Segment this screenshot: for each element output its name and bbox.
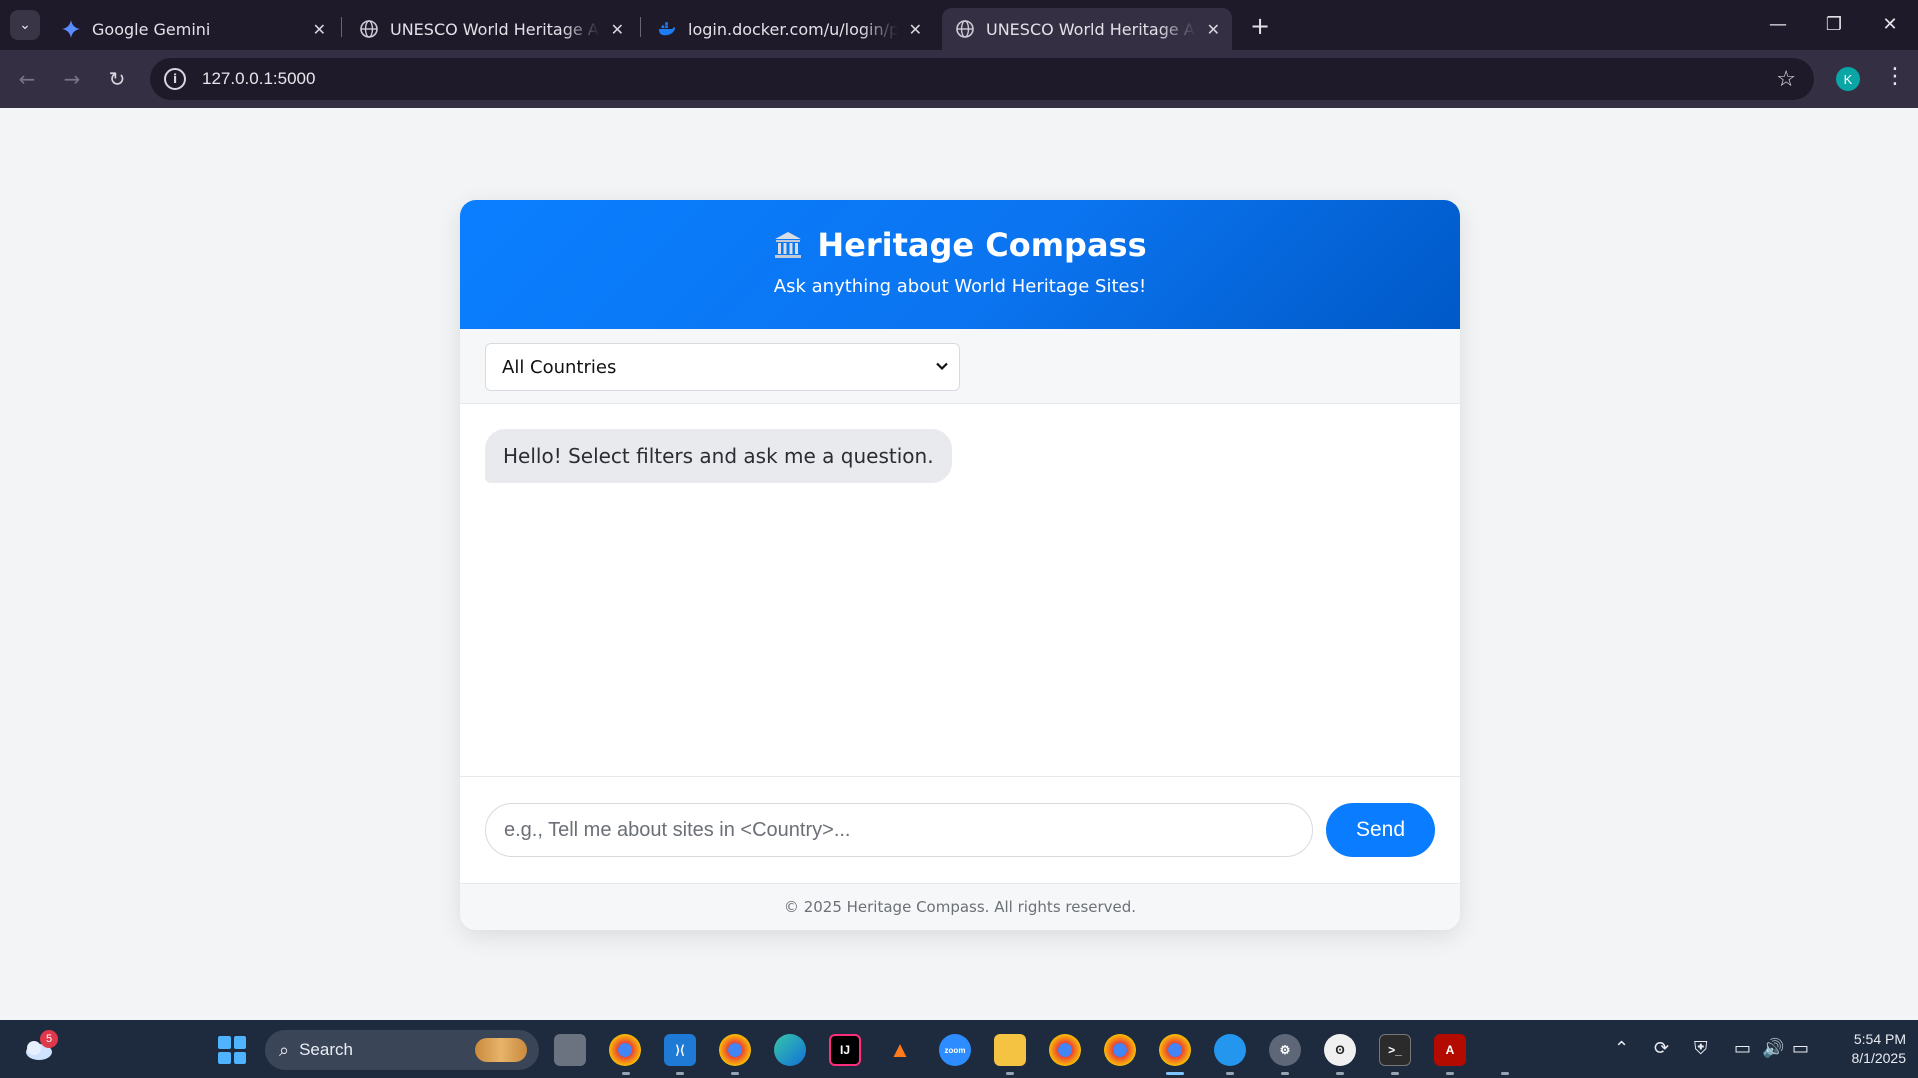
- zoom-icon[interactable]: zoom: [939, 1034, 971, 1066]
- globe-icon: [360, 20, 378, 38]
- browser-menu-icon[interactable]: ⋮: [1884, 64, 1906, 89]
- filter-bar: All Countries: [460, 329, 1460, 404]
- tab-title: UNESCO World Heritage Assistant: [986, 19, 1196, 39]
- country-filter-select[interactable]: All Countries: [485, 343, 960, 391]
- tab-title: Google Gemini: [92, 19, 211, 39]
- window-close-icon[interactable]: ✕: [1870, 8, 1910, 40]
- url-text[interactable]: 127.0.0.1:5000: [202, 69, 315, 89]
- windows-taskbar: 5 ⌕ Search ⟩⟨ IJ ▲ zoom ⚙ ʘ >_ A ⌃ ⟳ ⛨ ▭…: [0, 1020, 1918, 1078]
- acrobat-icon[interactable]: A: [1434, 1034, 1466, 1066]
- notification-badge: 5: [40, 1030, 58, 1048]
- docker-desktop-icon[interactable]: [1214, 1034, 1246, 1066]
- running-indicator: [1391, 1072, 1399, 1075]
- globe-icon: [956, 20, 974, 38]
- security-shield-icon[interactable]: ⛨: [1694, 1038, 1708, 1059]
- file-explorer-icon[interactable]: [994, 1034, 1026, 1066]
- app-header: Heritage Compass Ask anything about Worl…: [460, 200, 1460, 329]
- chevron-up-icon[interactable]: ⌃: [1614, 1038, 1629, 1059]
- app-footer: © 2025 Heritage Compass. All rights rese…: [460, 884, 1460, 930]
- bot-message: Hello! Select filters and ask me a quest…: [485, 429, 952, 483]
- site-info-icon[interactable]: i: [164, 68, 186, 90]
- close-icon[interactable]: ✕: [611, 20, 624, 39]
- new-tab-plus-icon[interactable]: +: [1246, 12, 1274, 40]
- terminal-icon[interactable]: >_: [1379, 1034, 1411, 1066]
- running-indicator: [1281, 1072, 1289, 1075]
- browser-tab-strip: ⌄ Google Gemini ✕ UNESCO World Heritage …: [0, 0, 1918, 50]
- app-subtitle: Ask anything about World Heritage Sites!: [773, 276, 1147, 297]
- reload-icon[interactable]: ↻: [102, 64, 132, 94]
- running-indicator: [1226, 1072, 1234, 1075]
- running-indicator: [676, 1072, 684, 1075]
- tab-divider: [341, 17, 342, 37]
- tab-title: login.docker.com/u/login/password: [688, 19, 898, 39]
- chrome-icon[interactable]: [1104, 1034, 1136, 1066]
- windows-start-icon[interactable]: [218, 1036, 246, 1064]
- close-icon[interactable]: ✕: [1207, 20, 1220, 39]
- classical-building-icon: [775, 232, 802, 258]
- tab-divider: [640, 17, 641, 37]
- tab-docker-login[interactable]: login.docker.com/u/login/password ✕: [644, 8, 934, 50]
- taskbar-search-box[interactable]: ⌕ Search: [265, 1030, 539, 1070]
- vscode-icon[interactable]: ⟩⟨: [664, 1034, 696, 1066]
- matlab-icon[interactable]: ▲: [884, 1034, 916, 1066]
- chevron-down-icon: [936, 362, 948, 371]
- docker-icon: [658, 20, 676, 38]
- tab-unesco-assistant-active[interactable]: UNESCO World Heritage Assistant ✕: [942, 8, 1232, 50]
- message-composer: Send: [460, 777, 1460, 884]
- running-indicator: [622, 1072, 630, 1075]
- volume-icon[interactable]: 🔊: [1762, 1038, 1784, 1059]
- running-indicator: [1446, 1072, 1454, 1075]
- minimize-icon[interactable]: —: [1758, 8, 1798, 40]
- clock-time: 5:54 PM: [1853, 1031, 1906, 1047]
- settings-gear-icon[interactable]: ⚙: [1269, 1034, 1301, 1066]
- chat-messages: Hello! Select filters and ask me a quest…: [460, 404, 1460, 777]
- chrome-profile-icon[interactable]: [719, 1034, 751, 1066]
- send-button[interactable]: Send: [1326, 803, 1435, 857]
- network-icon[interactable]: ▭: [1734, 1038, 1751, 1059]
- restore-icon[interactable]: ❐: [1814, 8, 1854, 40]
- running-indicator: [1336, 1072, 1344, 1075]
- intellij-icon[interactable]: IJ: [829, 1034, 861, 1066]
- battery-icon[interactable]: ▭: [1792, 1038, 1809, 1059]
- browser-toolbar: ← → ↻ i 127.0.0.1:5000 ☆ K ⋮: [0, 50, 1918, 108]
- bookmark-star-icon[interactable]: ☆: [1776, 67, 1796, 92]
- active-indicator: [1166, 1072, 1184, 1075]
- forward-arrow-icon[interactable]: →: [57, 64, 87, 94]
- tab-google-gemini[interactable]: Google Gemini ✕: [48, 8, 338, 50]
- edge-icon[interactable]: [774, 1034, 806, 1066]
- running-indicator: [1006, 1072, 1014, 1075]
- app-title-row: Heritage Compass: [460, 200, 1460, 264]
- profile-avatar[interactable]: K: [1836, 67, 1860, 91]
- tab-title: UNESCO World Heritage Assistant: [390, 19, 600, 39]
- tab-search-button[interactable]: ⌄: [10, 10, 40, 40]
- clock-date: 8/1/2025: [1851, 1050, 1907, 1066]
- running-indicator: [731, 1072, 739, 1075]
- gemini-icon: [62, 20, 80, 38]
- taskbar-search-label: Search: [299, 1040, 353, 1059]
- system-clock[interactable]: 5:54 PM 8/1/2025: [1826, 1030, 1907, 1068]
- close-icon[interactable]: ✕: [909, 20, 922, 39]
- address-bar[interactable]: i 127.0.0.1:5000 ☆: [150, 58, 1814, 100]
- question-input[interactable]: [485, 803, 1313, 857]
- task-view-icon[interactable]: [554, 1034, 586, 1066]
- search-icon: ⌕: [279, 1039, 290, 1060]
- sync-icon[interactable]: ⟳: [1654, 1038, 1669, 1059]
- search-highlight-icon: [475, 1038, 527, 1062]
- chrome-active-icon[interactable]: [1159, 1034, 1191, 1066]
- running-indicator: [1501, 1072, 1509, 1075]
- back-arrow-icon[interactable]: ←: [12, 64, 42, 94]
- chat-card: Heritage Compass Ask anything about Worl…: [460, 200, 1460, 930]
- chrome-icon[interactable]: [1049, 1034, 1081, 1066]
- close-icon[interactable]: ✕: [313, 20, 326, 39]
- chrome-icon[interactable]: [609, 1034, 641, 1066]
- app-title: Heritage Compass: [817, 226, 1147, 264]
- country-filter-value: All Countries: [502, 356, 617, 378]
- tab-unesco-assistant-1[interactable]: UNESCO World Heritage Assistant ✕: [346, 8, 636, 50]
- ollama-icon[interactable]: ʘ: [1324, 1034, 1356, 1066]
